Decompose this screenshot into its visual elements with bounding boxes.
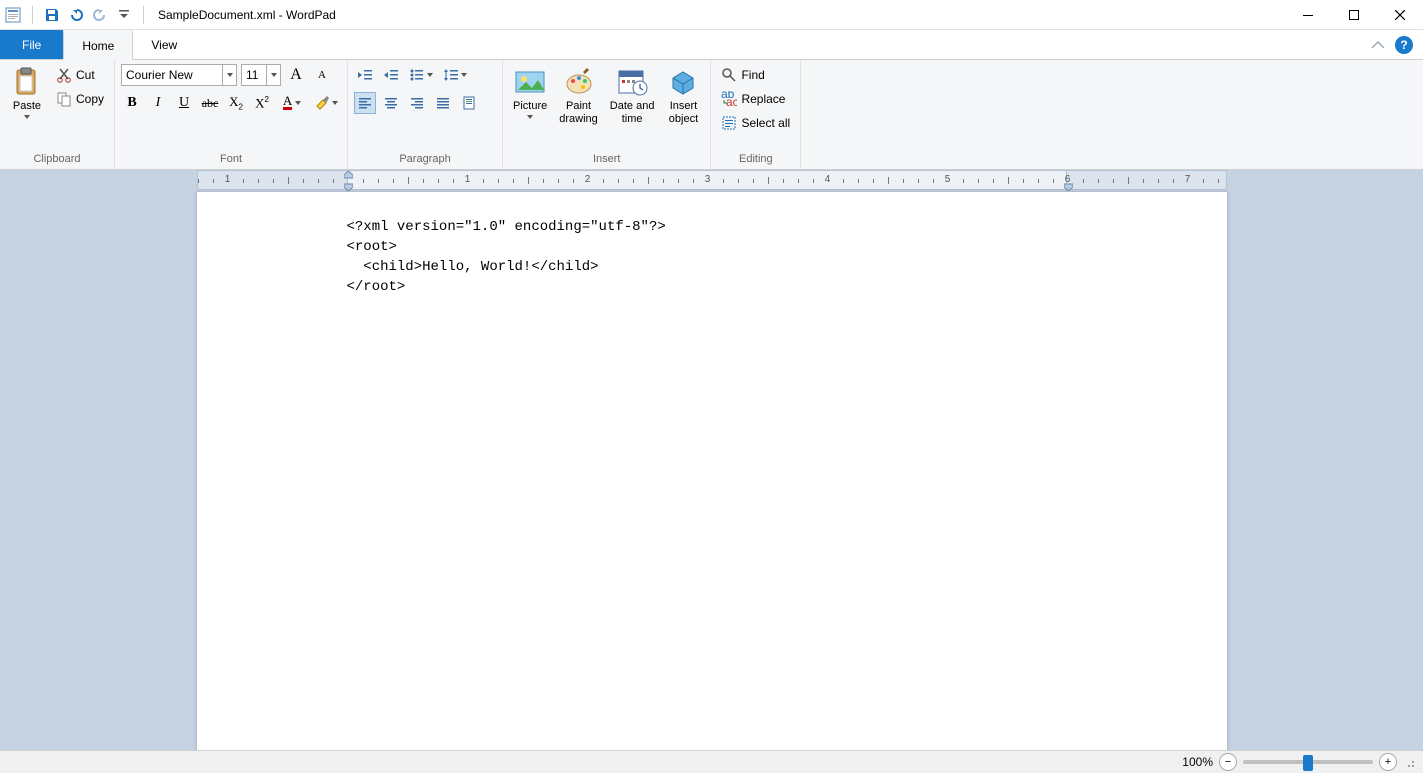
picture-button[interactable]: Picture [509,64,551,121]
cut-icon [56,67,72,83]
align-left-button[interactable] [354,92,376,114]
zoom-slider-thumb[interactable] [1303,755,1313,771]
window-controls [1285,0,1423,30]
copy-button[interactable]: Copy [52,88,108,110]
object-icon [667,66,699,98]
strikethrough-button[interactable]: abc [199,92,221,114]
collapse-ribbon-icon[interactable] [1371,40,1385,50]
save-icon[interactable] [43,6,61,24]
list-button[interactable] [406,64,436,86]
selectall-button[interactable]: Select all [717,112,794,134]
undo-icon[interactable] [67,6,85,24]
window-title: SampleDocument.xml - WordPad [152,8,336,22]
object-label: Insert object [669,100,698,126]
font-size-input[interactable] [242,65,266,85]
copy-icon [56,91,72,107]
align-center-button[interactable] [380,92,402,114]
superscript-button[interactable]: X2 [251,92,273,114]
replace-icon: abac [721,91,737,107]
font-family-dropdown-icon[interactable] [222,65,236,85]
font-size-dropdown-icon[interactable] [266,65,280,85]
resize-grip-icon[interactable] [1403,756,1415,768]
svg-text:ac: ac [726,95,737,107]
ribbon-tabstrip: File Home View ? [0,30,1423,60]
font-family-combo[interactable] [121,64,237,86]
calendar-icon [616,66,648,98]
quick-access-toolbar [0,6,152,24]
insert-group-label: Insert [509,151,704,167]
document-text[interactable]: <?xml version="1.0" encoding="utf-8"?> <… [347,217,1077,297]
grow-font-button[interactable]: A [285,64,307,86]
horizontal-ruler[interactable]: 11234567 [197,170,1227,190]
help-icon[interactable]: ? [1395,36,1413,54]
close-button[interactable] [1377,0,1423,30]
group-font: A A B I U abc X2 X2 A Font [115,60,348,169]
paragraph-dialog-button[interactable] [458,92,480,114]
copy-label: Copy [76,92,104,106]
highlight-button[interactable] [311,92,341,114]
selectall-label: Select all [741,116,790,130]
picture-label: Picture [513,100,547,113]
zoom-slider[interactable] [1243,760,1373,764]
workspace: 11234567 <?xml version="1.0" encoding="u… [0,170,1423,750]
paint-drawing-button[interactable]: Paint drawing [555,64,602,128]
selectall-icon [721,115,737,131]
clipboard-group-label: Clipboard [6,151,108,167]
paste-button[interactable]: Paste [6,64,48,121]
line-spacing-button[interactable] [440,64,470,86]
justify-button[interactable] [432,92,454,114]
zoom-level: 100% [1182,755,1213,769]
document-page[interactable]: <?xml version="1.0" encoding="utf-8"?> <… [197,192,1227,750]
status-bar: 100% − + [0,750,1423,773]
zoom-out-button[interactable]: − [1219,753,1237,771]
group-clipboard: Paste Cut Copy Clipboard [0,60,115,169]
date-label: Date and time [610,100,655,126]
italic-button[interactable]: I [147,92,169,114]
group-insert: Picture Paint drawing Date and time Inse… [503,60,711,169]
picture-dropdown-icon [527,115,533,119]
date-time-button[interactable]: Date and time [606,64,659,128]
align-right-button[interactable] [406,92,428,114]
paste-icon [11,66,43,98]
tab-home[interactable]: Home [63,30,133,60]
paint-icon [563,66,595,98]
find-icon [721,67,737,83]
editing-group-label: Editing [717,151,794,167]
app-icon[interactable] [4,6,22,24]
paragraph-group-label: Paragraph [354,151,496,167]
minimize-button[interactable] [1285,0,1331,30]
zoom-in-button[interactable]: + [1379,753,1397,771]
paint-label: Paint drawing [559,100,598,126]
font-color-button[interactable]: A [277,92,307,114]
find-button[interactable]: Find [717,64,794,86]
underline-button[interactable]: U [173,92,195,114]
cut-label: Cut [76,68,95,82]
picture-icon [514,66,546,98]
maximize-button[interactable] [1331,0,1377,30]
replace-label: Replace [741,92,785,106]
group-paragraph: Paragraph [348,60,503,169]
paste-dropdown-icon [24,115,30,119]
title-bar: SampleDocument.xml - WordPad [0,0,1423,30]
tab-file[interactable]: File [0,30,63,59]
cut-button[interactable]: Cut [52,64,108,86]
insert-object-button[interactable]: Insert object [662,64,704,128]
increase-indent-button[interactable] [380,64,402,86]
qat-customize-icon[interactable] [115,6,133,24]
zoom-controls: 100% − + [1182,753,1423,771]
decrease-indent-button[interactable] [354,64,376,86]
find-label: Find [741,68,764,82]
tab-view[interactable]: View [133,30,195,59]
group-editing: Find abac Replace Select all Editing [711,60,801,169]
ribbon: Paste Cut Copy Clipboard [0,60,1423,170]
subscript-button[interactable]: X2 [225,92,247,114]
paste-label: Paste [13,100,41,113]
shrink-font-button[interactable]: A [311,64,333,86]
font-family-input[interactable] [122,65,222,85]
replace-button[interactable]: abac Replace [717,88,794,110]
font-size-combo[interactable] [241,64,281,86]
font-group-label: Font [121,151,341,167]
bold-button[interactable]: B [121,92,143,114]
redo-icon[interactable] [91,6,109,24]
